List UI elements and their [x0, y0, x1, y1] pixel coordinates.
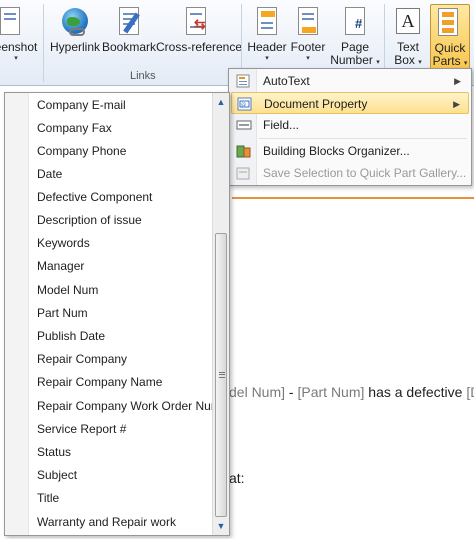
menu-item-document-property[interactable]: @ Document Property ▶ — [231, 92, 469, 114]
hyperlink-label: Hyperlink — [49, 40, 100, 54]
bookmark-button[interactable]: Bookmark — [102, 4, 156, 70]
property-item-repair-company-work-order-num[interactable]: Repair Company Work Order Num — [37, 395, 221, 417]
field-defective-component[interactable]: [D — [466, 384, 474, 400]
quick-parts-label-text: Parts — [432, 54, 461, 68]
chevron-down-icon: ▾ — [14, 55, 18, 62]
property-item-part-num[interactable]: Part Num — [37, 302, 88, 324]
building-blocks-icon — [236, 143, 252, 159]
quick-parts-menu: AutoText ▶ @ Document Property ▶ Field..… — [228, 68, 472, 186]
svg-text:@: @ — [241, 102, 246, 108]
property-item-company-fax[interactable]: Company Fax — [37, 117, 112, 139]
scrollbar-thumb[interactable] — [215, 233, 227, 517]
page-number-icon: # — [339, 6, 371, 38]
screenshot-icon — [0, 6, 32, 38]
property-item-status[interactable]: Status — [37, 441, 71, 463]
hyperlink-icon — [59, 6, 91, 38]
menu-item-label: Field... — [263, 118, 300, 132]
property-list-scrollbar[interactable]: ▲ ▼ — [212, 93, 229, 535]
document-accent-rule — [232, 197, 474, 199]
menu-item-label: Building Blocks Organizer... — [263, 144, 410, 158]
quick-parts-button[interactable]: Quick Parts ▾ — [430, 4, 470, 70]
text-box-label-text: Box — [394, 53, 415, 67]
property-item-keywords[interactable]: Keywords — [37, 232, 90, 254]
scroll-up-icon[interactable]: ▲ — [214, 95, 228, 109]
document-line-defective[interactable]: del Num] - [Part Num] has a defective [D — [229, 384, 474, 400]
property-item-manager[interactable]: Manager — [37, 255, 84, 277]
submenu-arrow-icon: ▶ — [453, 99, 460, 109]
cross-reference-label: Cross-reference — [156, 40, 243, 54]
property-item-defective-component[interactable]: Defective Component — [37, 186, 152, 208]
page-number-button[interactable]: # Page Number ▾ — [330, 4, 380, 70]
page-number-label-text: Number — [330, 53, 373, 67]
chevron-down-icon: ▾ — [463, 60, 468, 67]
property-item-repair-company[interactable]: Repair Company — [37, 348, 127, 370]
menu-separator — [259, 138, 467, 139]
text-box-button[interactable]: A Text Box ▾ — [388, 4, 428, 70]
screenshot-label: eenshot — [0, 40, 38, 54]
autotext-icon — [236, 73, 252, 89]
property-item-model-num[interactable]: Model Num — [37, 279, 98, 301]
text-box-label-line2: Box ▾ — [388, 54, 428, 69]
save-selection-icon — [236, 165, 252, 181]
grip-icon — [219, 372, 225, 378]
footer-icon — [292, 6, 324, 38]
document-line-at: at: — [229, 470, 245, 486]
document-property-icon: @ — [237, 96, 253, 112]
header-button[interactable]: Header ▾ — [246, 4, 288, 70]
header-icon — [251, 6, 283, 38]
page-number-label-line2: Number ▾ — [330, 54, 380, 69]
chevron-down-icon: ▾ — [376, 59, 380, 66]
doc-text-defective: has a defective — [364, 384, 467, 400]
cross-reference-button[interactable]: ⇆ Cross-reference — [156, 4, 243, 70]
property-item-description-of-issue[interactable]: Description of issue — [37, 209, 142, 231]
menu-item-save-selection: Save Selection to Quick Part Gallery... — [231, 162, 469, 184]
property-item-warranty-and-repair-work[interactable]: Warranty and Repair work — [37, 511, 176, 533]
menu-item-autotext[interactable]: AutoText ▶ — [231, 70, 469, 92]
group-label-links: Links — [130, 70, 156, 82]
menu-item-label: Save Selection to Quick Part Gallery... — [263, 166, 467, 180]
menu-item-label: AutoText — [263, 74, 310, 88]
property-item-title[interactable]: Title — [37, 487, 59, 509]
chevron-down-icon: ▾ — [265, 55, 269, 62]
menu-item-label: Document Property — [264, 97, 368, 111]
footer-label: Footer — [290, 40, 326, 54]
document-property-list: Company E-mail Company Fax Company Phone… — [4, 92, 230, 536]
property-item-subject[interactable]: Subject — [37, 464, 77, 486]
ribbon-separator — [43, 4, 44, 82]
property-item-publish-date[interactable]: Publish Date — [37, 325, 105, 347]
menu-gutter — [5, 93, 29, 535]
screenshot-button[interactable]: eenshot ▾ — [0, 4, 38, 70]
cross-reference-icon: ⇆ — [180, 6, 212, 38]
hyperlink-button[interactable]: Hyperlink — [48, 4, 102, 70]
property-item-date[interactable]: Date — [37, 163, 62, 185]
field-part-num[interactable]: [Part Num] — [297, 384, 364, 400]
bookmark-icon — [113, 6, 145, 38]
chevron-down-icon: ▾ — [418, 59, 422, 66]
field-model-num[interactable]: del Num] — [229, 384, 285, 400]
quick-parts-icon — [434, 7, 466, 39]
menu-item-building-blocks-organizer[interactable]: Building Blocks Organizer... — [231, 140, 469, 162]
doc-text-sep: - — [285, 384, 298, 400]
bookmark-label: Bookmark — [102, 40, 157, 54]
chevron-down-icon: ▾ — [306, 55, 310, 62]
footer-button[interactable]: Footer ▾ — [288, 4, 328, 70]
text-box-icon: A — [392, 6, 424, 38]
property-item-company-phone[interactable]: Company Phone — [37, 140, 126, 162]
property-item-service-report[interactable]: Service Report # — [37, 418, 126, 440]
property-item-company-email[interactable]: Company E-mail — [37, 94, 126, 116]
submenu-arrow-icon: ▶ — [454, 76, 461, 86]
field-icon — [236, 117, 252, 133]
property-item-repair-company-name[interactable]: Repair Company Name — [37, 371, 162, 393]
menu-item-field[interactable]: Field... — [231, 114, 469, 136]
scroll-down-icon[interactable]: ▼ — [214, 519, 228, 533]
header-label: Header — [247, 40, 287, 54]
